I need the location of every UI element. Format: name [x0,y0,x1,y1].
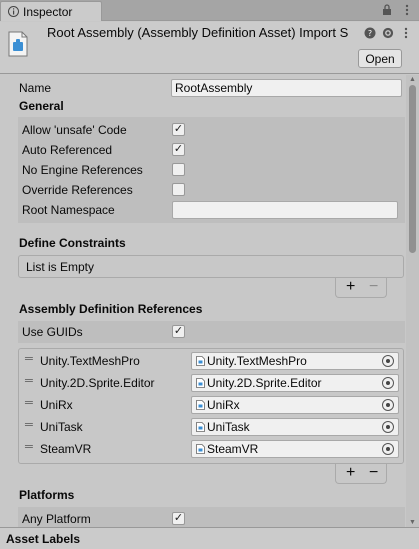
asset-file-icon [196,400,205,410]
remove-constraint-button[interactable]: − [369,278,378,296]
name-field[interactable]: RootAssembly [171,79,402,97]
object-picker-icon[interactable] [382,377,394,389]
drag-handle-icon[interactable]: ═ [25,353,33,365]
reference-object-field[interactable]: UniRx [191,396,399,414]
any-platform-label: Any Platform [22,512,91,526]
asset-file-icon [196,422,205,432]
platforms-title: Platforms [19,488,75,502]
no-engine-references-label: No Engine References [22,163,143,177]
reference-object-field[interactable]: UniTask [191,418,399,436]
asset-file-icon [196,378,205,388]
asset-file-icon [196,356,205,366]
lock-icon[interactable] [381,3,393,17]
inspector-header: Root Assembly (Assembly Definition Asset… [0,22,419,74]
add-constraint-button[interactable]: + [346,278,355,296]
reference-label: SteamVR [40,442,92,456]
define-constraints-list: List is Empty [18,255,404,278]
asset-labels-bar[interactable]: Asset Labels [0,527,419,549]
drag-handle-icon[interactable]: ═ [25,419,33,431]
allow-unsafe-checkbox[interactable]: ✓ [172,123,185,136]
assembly-references-footer: + − [335,464,387,484]
more-icon[interactable] [400,27,412,39]
reference-label: UniTask [40,420,83,434]
name-label: Name [19,81,52,95]
settings-icon[interactable] [382,27,394,39]
list-empty-text: List is Empty [26,260,95,274]
help-icon[interactable]: ? [364,27,376,39]
use-guids-checkbox[interactable]: ✓ [172,325,185,338]
scroll-up-icon[interactable]: ▲ [409,76,416,83]
remove-reference-button[interactable]: − [369,464,378,482]
drag-handle-icon[interactable]: ═ [25,375,33,387]
drag-handle-icon[interactable]: ═ [25,397,33,409]
info-icon [8,6,19,17]
asset-file-icon [196,444,205,454]
scrollbar-thumb[interactable] [409,85,416,253]
use-guids-label: Use GUIDs [22,325,83,339]
auto-referenced-label: Auto Referenced [22,143,113,157]
reference-label: Unity.2D.Sprite.Editor [40,376,155,390]
tab-inspector[interactable]: Inspector [0,1,102,21]
assembly-definition-icon [8,31,28,57]
no-engine-references-checkbox[interactable] [172,163,185,176]
any-platform-checkbox[interactable]: ✓ [172,512,185,525]
scroll-down-icon[interactable]: ▼ [409,519,416,526]
open-button[interactable]: Open [358,49,402,68]
reference-label: UniRx [40,398,73,412]
auto-referenced-checkbox[interactable]: ✓ [172,143,185,156]
define-constraints-footer: + − [335,278,387,298]
svg-text:?: ? [368,29,372,38]
header-title: Root Assembly (Assembly Definition Asset… [47,25,349,40]
tab-bar: Inspector [0,0,419,21]
assembly-references-title: Assembly Definition References [19,302,203,316]
object-picker-icon[interactable] [382,355,394,367]
object-picker-icon[interactable] [382,421,394,433]
override-references-label: Override References [22,183,133,197]
inspector-content: Name RootAssembly General Allow 'unsafe'… [0,75,406,527]
object-picker-icon[interactable] [382,443,394,455]
menu-dots-icon[interactable] [401,3,413,17]
vertical-scrollbar[interactable]: ▲ ▼ [406,75,419,527]
object-picker-icon[interactable] [382,399,394,411]
asset-labels-label: Asset Labels [6,532,81,546]
root-namespace-label: Root Namespace [22,203,115,217]
reference-object-field[interactable]: SteamVR [191,440,399,458]
allow-unsafe-label: Allow 'unsafe' Code [22,123,127,137]
reference-label: Unity.TextMeshPro [40,354,140,368]
general-title: General [19,99,64,113]
reference-object-field[interactable]: Unity.2D.Sprite.Editor [191,374,399,392]
override-references-checkbox[interactable] [172,183,185,196]
define-constraints-title: Define Constraints [19,236,126,250]
drag-handle-icon[interactable]: ═ [25,441,33,453]
add-reference-button[interactable]: + [346,464,355,482]
root-namespace-field[interactable] [172,201,398,219]
reference-object-field[interactable]: Unity.TextMeshPro [191,352,399,370]
tab-label: Inspector [23,5,73,19]
